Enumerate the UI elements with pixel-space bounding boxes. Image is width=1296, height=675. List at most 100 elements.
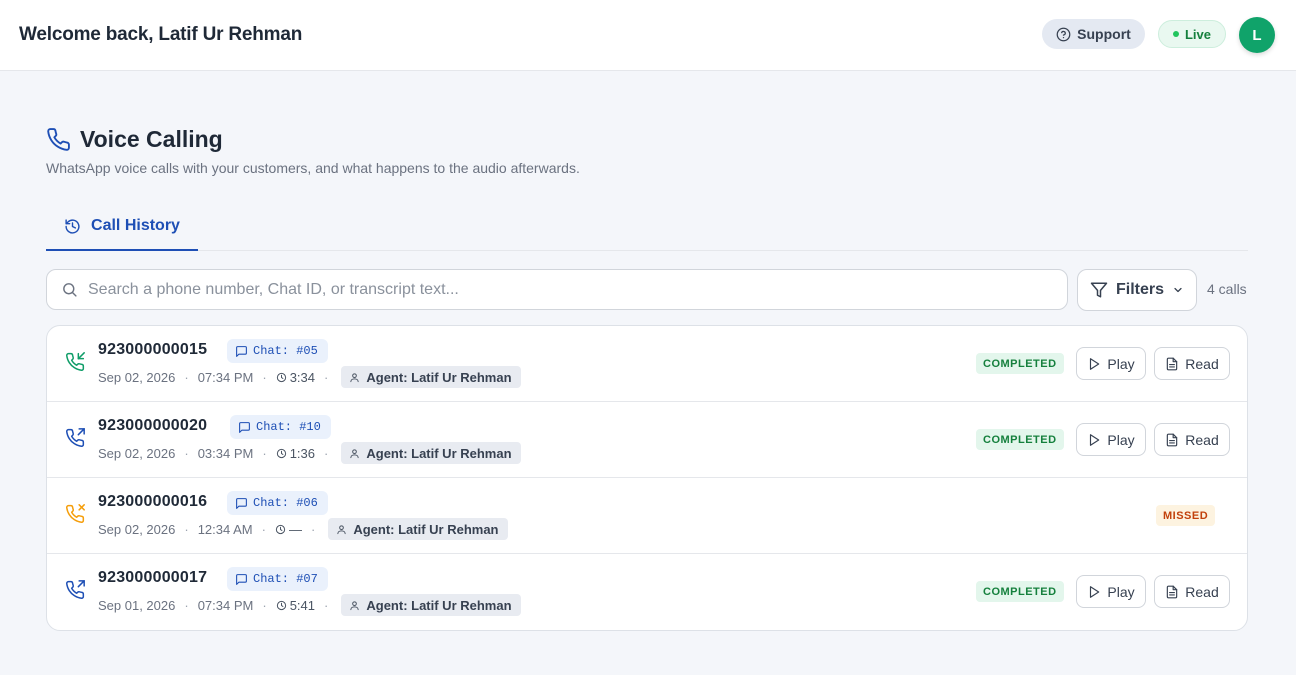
call-meta: Sep 02, 2026 · 07:34 PM · 3:34 · Agent: … [98, 366, 521, 388]
tab-call-history[interactable]: Call History [46, 203, 198, 251]
agent-name: Agent: Latif Ur Rehman [353, 521, 499, 537]
duration-value: — [288, 521, 302, 537]
phone-icon [47, 128, 70, 151]
play-icon [1090, 433, 1100, 446]
separator: · [184, 369, 189, 385]
phone-incoming-icon [66, 352, 85, 371]
clock-icon [276, 448, 286, 458]
call-duration: 3:34 [276, 370, 315, 385]
read-transcript-button[interactable]: Read [1154, 423, 1230, 456]
page-title: Voice Calling [80, 126, 223, 152]
message-square-icon [236, 573, 247, 585]
status-badge: COMPLETED [976, 581, 1064, 602]
clock-icon [275, 524, 286, 534]
file-text-icon [1167, 357, 1178, 370]
welcome-message: Welcome back, Latif Ur Rehman [19, 24, 303, 45]
play-label: Play [1107, 431, 1135, 448]
call-duration: 1:36 [276, 446, 315, 461]
search-input[interactable] [88, 280, 1048, 299]
phone-number: 923000000016 [98, 493, 208, 510]
agent-name: Agent: Latif Ur Rehman [366, 369, 512, 385]
search-icon [63, 283, 77, 297]
play-button[interactable]: Play [1076, 423, 1146, 456]
filter-icon [1090, 282, 1108, 298]
separator: · [262, 445, 267, 461]
search-box [46, 269, 1068, 310]
chat-link[interactable]: Chat: #07 [227, 567, 328, 591]
live-status-badge: Live [1158, 20, 1226, 48]
read-transcript-button[interactable]: Read [1154, 575, 1230, 608]
call-time: 03:34 PM [197, 445, 254, 461]
status-badge: MISSED [1156, 505, 1216, 526]
chat-link[interactable]: Chat: #10 [230, 415, 331, 439]
top-bar: Welcome back, Latif Ur Rehman Support Li… [0, 0, 1296, 71]
help-circle-icon [1056, 27, 1071, 41]
call-time: 07:34 PM [197, 597, 254, 613]
play-button[interactable]: Play [1076, 347, 1146, 380]
call-date: Sep 02, 2026 [98, 521, 176, 537]
filters-button[interactable]: Filters [1077, 269, 1197, 311]
phone-number: 923000000017 [98, 569, 208, 586]
call-date: Sep 01, 2026 [98, 597, 176, 613]
agent-name: Agent: Latif Ur Rehman [366, 597, 512, 613]
chat-id: Chat: #07 [253, 572, 318, 586]
history-icon [65, 218, 80, 234]
call-duration: 5:41 [276, 598, 315, 613]
phone-number: 923000000015 [98, 341, 208, 358]
play-icon [1090, 585, 1100, 598]
tab-label: Call History [91, 217, 180, 234]
call-date: Sep 02, 2026 [98, 369, 176, 385]
call-list: 923000000015 Chat: #05 Sep 02, 2026 · 07… [46, 325, 1248, 631]
phone-outgoing-icon [66, 428, 85, 447]
separator: · [184, 597, 189, 613]
read-label: Read [1185, 431, 1219, 448]
user-icon [350, 372, 360, 382]
file-text-icon [1167, 433, 1178, 446]
separator: · [184, 445, 189, 461]
call-time: 12:34 AM [197, 521, 253, 537]
call-row[interactable]: 923000000015 Chat: #05 Sep 02, 2026 · 07… [47, 326, 1247, 402]
separator: · [310, 521, 316, 537]
separator: · [184, 521, 189, 537]
user-icon [350, 448, 360, 458]
status-badge: COMPLETED [976, 353, 1064, 374]
separator: · [262, 369, 267, 385]
call-row[interactable]: 923000000016 Chat: #06 Sep 02, 2026 · 12… [47, 478, 1247, 554]
clock-icon [276, 600, 286, 610]
phone-number: 923000000020 [98, 417, 208, 434]
user-avatar[interactable]: L [1239, 17, 1275, 53]
phone-outgoing-icon [66, 580, 85, 599]
call-row[interactable]: 923000000020 Chat: #10 Sep 02, 2026 · 03… [47, 402, 1247, 478]
agent-name: Agent: Latif Ur Rehman [366, 445, 512, 461]
duration-value: 5:41 [289, 597, 316, 613]
message-square-icon [239, 421, 250, 433]
clock-icon [276, 372, 286, 382]
chat-id: Chat: #05 [253, 344, 318, 358]
call-time: 07:34 PM [197, 369, 254, 385]
duration-value: 3:34 [289, 369, 316, 385]
play-icon [1090, 357, 1100, 370]
chat-link[interactable]: Chat: #06 [227, 491, 328, 515]
live-dot-icon [1172, 31, 1179, 37]
separator: · [261, 521, 266, 537]
tab-bar: Call History [46, 203, 1248, 251]
file-text-icon [1167, 585, 1178, 598]
call-row[interactable]: 923000000017 Chat: #07 Sep 01, 2026 · 07… [47, 554, 1247, 630]
chat-link[interactable]: Chat: #05 [227, 339, 328, 363]
phone-missed-icon [66, 504, 85, 523]
separator: · [324, 369, 329, 385]
support-button[interactable]: Support [1042, 19, 1145, 49]
calls-count: 4 calls [1207, 281, 1247, 297]
page-subtitle: WhatsApp voice calls with your customers… [46, 160, 580, 176]
call-date: Sep 02, 2026 [98, 445, 176, 461]
duration-value: 1:36 [289, 445, 316, 461]
user-icon [350, 600, 360, 610]
separator: · [324, 445, 329, 461]
agent-badge: Agent: Latif Ur Rehman [341, 442, 521, 464]
agent-badge: Agent: Latif Ur Rehman [341, 594, 521, 616]
support-label: Support [1077, 26, 1131, 42]
chevron-down-icon [1174, 287, 1182, 293]
play-button[interactable]: Play [1076, 575, 1146, 608]
chat-id: Chat: #10 [256, 420, 321, 434]
read-transcript-button[interactable]: Read [1154, 347, 1230, 380]
